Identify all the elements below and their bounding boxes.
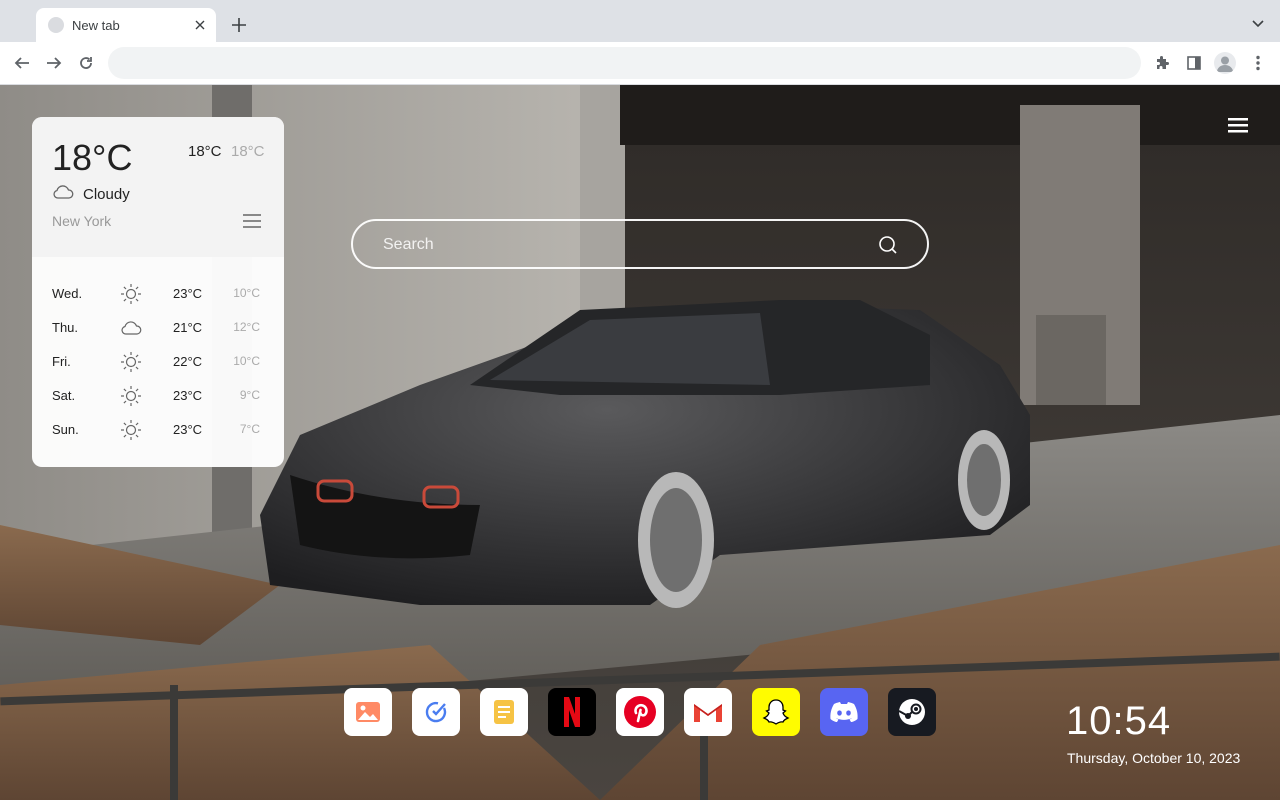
forecast-high: 23°C bbox=[173, 286, 203, 301]
forecast-day: Sat. bbox=[52, 388, 76, 403]
pinterest-icon[interactable] bbox=[616, 688, 664, 736]
forecast-high: 21°C bbox=[173, 320, 203, 335]
tab-new-tab[interactable]: New tab bbox=[36, 8, 216, 42]
new-tab-page: 18°C 18°C 18°C Cloudy New York Wed. 23°C… bbox=[0, 85, 1280, 800]
tasks-icon[interactable] bbox=[412, 688, 460, 736]
extensions-icon[interactable] bbox=[1151, 52, 1173, 74]
forecast-low: 12°C bbox=[233, 320, 260, 334]
weather-current: 18°C 18°C 18°C Cloudy New York bbox=[32, 117, 284, 257]
search-input[interactable] bbox=[381, 221, 845, 269]
cloud-icon bbox=[120, 317, 142, 339]
steam-icon[interactable] bbox=[888, 688, 936, 736]
forecast-high: 23°C bbox=[173, 388, 203, 403]
forecast-low: 10°C bbox=[233, 354, 260, 368]
forecast-row: Wed. 23°C 10°C bbox=[32, 277, 284, 311]
side-panel-icon[interactable] bbox=[1183, 52, 1205, 74]
clock-date: Thursday, October 10, 2023 bbox=[1067, 750, 1241, 766]
forecast-row: Sun. 23°C 7°C bbox=[32, 413, 284, 447]
forward-icon[interactable] bbox=[42, 51, 66, 75]
address-bar[interactable] bbox=[108, 47, 1141, 79]
forecast-high: 23°C bbox=[173, 422, 203, 437]
forecast-row: Sat. 23°C 9°C bbox=[32, 379, 284, 413]
sun-icon bbox=[120, 351, 142, 373]
tab-close-icon[interactable] bbox=[190, 15, 210, 35]
weather-widget[interactable]: 18°C 18°C 18°C Cloudy New York Wed. 23°C… bbox=[32, 117, 284, 467]
discord-icon[interactable] bbox=[820, 688, 868, 736]
forecast-low: 9°C bbox=[239, 388, 260, 402]
clock-time: 10:54 bbox=[1066, 699, 1172, 743]
today-low: 18°C bbox=[231, 143, 265, 160]
reload-icon[interactable] bbox=[74, 51, 98, 75]
forecast-day: Fri. bbox=[52, 354, 71, 369]
sun-icon bbox=[120, 283, 142, 305]
forecast-row: Fri. 22°C 10°C bbox=[32, 345, 284, 379]
hamburger-menu-icon[interactable] bbox=[1228, 115, 1250, 135]
browser-toolbar bbox=[0, 42, 1280, 85]
forecast-low: 7°C bbox=[239, 422, 260, 436]
weather-condition: Cloudy bbox=[83, 186, 130, 203]
sun-icon bbox=[120, 385, 142, 407]
search-icon[interactable] bbox=[878, 235, 898, 255]
profile-avatar[interactable] bbox=[1214, 52, 1236, 74]
forecast-day: Wed. bbox=[52, 286, 83, 301]
avatar bbox=[1214, 52, 1236, 74]
forecast-high: 22°C bbox=[173, 354, 203, 369]
weather-menu-icon[interactable] bbox=[243, 213, 263, 229]
cloud-icon bbox=[52, 184, 74, 205]
tab-title: New tab bbox=[72, 17, 120, 33]
tab-favicon-icon bbox=[48, 17, 64, 33]
current-temperature: 18°C bbox=[52, 137, 133, 178]
snapchat-icon[interactable] bbox=[752, 688, 800, 736]
tab-search-icon[interactable] bbox=[1248, 14, 1268, 34]
forecast-day: Thu. bbox=[52, 320, 79, 335]
gmail-icon[interactable] bbox=[684, 688, 732, 736]
back-icon[interactable] bbox=[10, 51, 34, 75]
new-tab-button[interactable] bbox=[228, 14, 250, 36]
photos-icon[interactable] bbox=[344, 688, 392, 736]
forecast-row: Thu. 21°C 12°C bbox=[32, 311, 284, 345]
netflix-icon[interactable] bbox=[548, 688, 596, 736]
search-bar[interactable] bbox=[351, 219, 929, 269]
weather-city: New York bbox=[52, 213, 112, 229]
forecast-low: 10°C bbox=[233, 286, 260, 300]
sun-icon bbox=[120, 419, 142, 441]
today-high: 18°C bbox=[188, 143, 222, 160]
forecast-day: Sun. bbox=[52, 422, 79, 437]
more-menu-icon[interactable] bbox=[1247, 52, 1269, 74]
tab-strip: New tab bbox=[0, 0, 1280, 42]
notes-icon[interactable] bbox=[480, 688, 528, 736]
